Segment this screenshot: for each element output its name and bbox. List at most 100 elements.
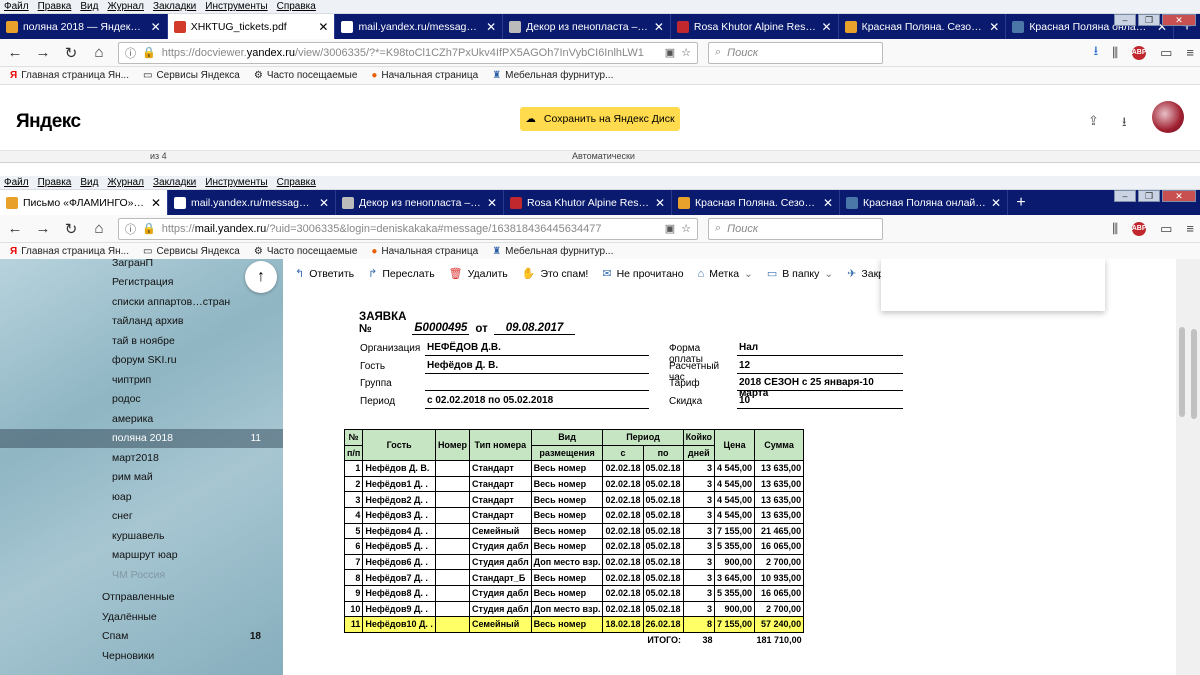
tab-5[interactable]: Красная Поляна. Сезон 2017-2 ✕ xyxy=(672,190,840,215)
library-icon[interactable]: ⫼ xyxy=(1112,221,1118,237)
yandex-logo[interactable]: Яндекс xyxy=(16,111,81,133)
back-icon[interactable]: ← xyxy=(6,220,24,237)
download-icon[interactable]: ⭳ xyxy=(1094,42,1099,64)
close-tab-icon[interactable]: ✕ xyxy=(655,196,665,210)
menu-tools[interactable]: Инструменты xyxy=(205,177,267,188)
tab-2[interactable]: ХНКТUG_tickets.pdf ✕ xyxy=(167,14,336,39)
close-tab-icon[interactable]: ✕ xyxy=(486,20,496,34)
delete-button[interactable]: 🗑 Удалить xyxy=(449,267,508,281)
folder-item[interactable]: Черновики xyxy=(0,646,283,665)
folder-item[interactable]: ЧМ Россия xyxy=(0,565,283,584)
url-bar-2[interactable]: ⓘ 🔒 https://mail.yandex.ru/?uid=3006335&… xyxy=(118,217,698,240)
folder-item[interactable]: юар xyxy=(0,487,283,506)
adblock-icon[interactable]: ABP xyxy=(1132,45,1147,60)
sidebar-icon[interactable]: ▭ xyxy=(1160,221,1172,237)
tab-6[interactable]: Красная Поляна. Сезон 2017-2 ✕ xyxy=(839,14,1007,39)
close-tab-icon[interactable]: ✕ xyxy=(654,20,664,34)
star-icon[interactable]: ☆ xyxy=(681,222,691,235)
bookmark-start-page[interactable]: ● Начальная страница xyxy=(371,246,478,257)
folder-item[interactable]: форум SKI.ru xyxy=(0,351,283,370)
adblock-icon[interactable]: ABP xyxy=(1132,221,1147,236)
folder-item[interactable]: поляна 2018 11 xyxy=(0,428,283,448)
home-icon[interactable]: ⌂ xyxy=(90,220,108,237)
home-icon[interactable]: ⌂ xyxy=(90,44,108,61)
folder-item[interactable]: Спам 18 xyxy=(0,627,283,646)
tab-4[interactable]: Декор из пенопласта – Наши ✕ xyxy=(503,14,671,39)
url-bar[interactable]: ⓘ 🔒 https://docviewer.yandex.ru/view/300… xyxy=(118,41,698,64)
menu-help[interactable]: Справка xyxy=(277,177,316,188)
menu-bookmarks[interactable]: Закладки xyxy=(153,1,196,12)
outer-scrollbar[interactable] xyxy=(1188,259,1200,675)
close-window-button[interactable]: ✕ xyxy=(1162,190,1196,202)
bookmark-furniture[interactable]: ♜ Мебельная фурнитур... xyxy=(492,246,613,257)
avatar[interactable] xyxy=(1152,101,1184,133)
label-button[interactable]: ⌂ Метка ⌄ xyxy=(698,268,753,280)
reload-icon[interactable]: ↻ xyxy=(62,220,80,238)
menu-edit[interactable]: Правка xyxy=(38,1,72,12)
menu-bookmarks[interactable]: Закладки xyxy=(153,177,196,188)
folder-item[interactable]: куршавель xyxy=(0,526,283,545)
menu-icon[interactable]: ≡ xyxy=(1186,221,1194,236)
pocket-icon[interactable]: ▣ xyxy=(665,46,675,59)
menu-edit[interactable]: Правка xyxy=(38,177,72,188)
bookmark-most-visited[interactable]: ⚙ Часто посещаемые xyxy=(254,246,358,257)
scrollbar[interactable] xyxy=(1176,259,1188,675)
close-tab-icon[interactable]: ✕ xyxy=(822,20,832,34)
folder-item[interactable]: маршрут юар xyxy=(0,546,283,565)
folder-item[interactable]: америка xyxy=(0,409,283,428)
info-icon[interactable]: ⓘ xyxy=(125,45,136,61)
maximize-button[interactable]: ❐ xyxy=(1138,14,1160,26)
close-tab-icon[interactable]: ✕ xyxy=(823,196,833,210)
close-tab-icon[interactable]: ✕ xyxy=(989,20,999,34)
tab-1[interactable]: поляна 2018 — Яндекс.Почта ✕ xyxy=(0,14,168,39)
tab-1[interactable]: Письмо «ФЛАМИНГО» — ОТЕ ✕ xyxy=(0,190,168,215)
bookmark-start-page[interactable]: ● Начальная страница xyxy=(371,70,478,81)
forward-icon[interactable]: → xyxy=(34,44,52,61)
forward-button[interactable]: ↱ Переслать xyxy=(368,267,435,281)
folder-item[interactable]: снег xyxy=(0,507,283,526)
download-doc-icon[interactable]: ⭳ xyxy=(1122,113,1127,135)
tab-3[interactable]: Декор из пенопласта – Наши ✕ xyxy=(336,190,504,215)
new-tab-button[interactable]: + xyxy=(1008,190,1034,215)
folder-item[interactable]: тайланд архив xyxy=(0,312,283,331)
reload-icon[interactable]: ↻ xyxy=(62,44,80,62)
close-window-button[interactable]: ✕ xyxy=(1162,14,1196,26)
folder-item[interactable]: родос xyxy=(0,390,283,409)
search-input[interactable]: ⌕ Поиск xyxy=(708,41,883,64)
folder-item[interactable]: Удалённые xyxy=(0,607,283,626)
mark-unread-button[interactable]: ✉ Не прочитано xyxy=(602,267,683,281)
tab-4[interactable]: Rosa Khutor Alpine Resort 9 Da ✕ xyxy=(504,190,672,215)
bookmark-yandex-services[interactable]: ▭ Сервисы Яндекса xyxy=(143,70,240,81)
bookmark-furniture[interactable]: ♜ Мебельная фурнитур... xyxy=(492,70,613,81)
library-icon[interactable]: ⫼ xyxy=(1112,45,1118,61)
close-tab-icon[interactable]: ✕ xyxy=(487,196,497,210)
outer-scrollbar-thumb[interactable] xyxy=(1191,329,1197,419)
folder-item[interactable]: Регистрация xyxy=(0,273,283,292)
close-tab-icon[interactable]: ✕ xyxy=(991,196,1001,210)
folder-item[interactable]: рим май xyxy=(0,468,283,487)
folder-item[interactable]: март2018 xyxy=(0,448,283,467)
menu-history[interactable]: Журнал xyxy=(107,177,144,188)
pocket-icon[interactable]: ▣ xyxy=(665,222,675,235)
tab-2[interactable]: mail.yandex.ru/message_part/2.jpeg ✕ xyxy=(168,190,336,215)
folder-item[interactable]: Отправленные xyxy=(0,588,283,607)
menu-file[interactable]: Файл xyxy=(4,177,29,188)
tab-6[interactable]: Красная Поляна онлайн / Fun ✕ xyxy=(840,190,1008,215)
close-tab-icon[interactable]: ✕ xyxy=(319,196,329,210)
back-icon[interactable]: ← xyxy=(6,44,24,61)
bookmark-yandex-services[interactable]: ▭ Сервисы Яндекса xyxy=(143,246,240,257)
menu-history[interactable]: Журнал xyxy=(107,1,144,12)
tab-5[interactable]: Rosa Khutor Alpine Resort 9 Da ✕ xyxy=(671,14,839,39)
menu-view[interactable]: Вид xyxy=(80,177,98,188)
save-to-disk-button[interactable]: ☁ Сохранить на Яндекс Диск xyxy=(520,107,680,131)
star-icon[interactable]: ☆ xyxy=(681,46,691,59)
close-tab-icon[interactable]: ✕ xyxy=(318,20,328,34)
info-icon[interactable]: ⓘ xyxy=(125,221,136,237)
folder-item[interactable]: тай в ноябре xyxy=(0,331,283,350)
minimize-button[interactable]: – xyxy=(1114,190,1136,202)
menu-tools[interactable]: Инструменты xyxy=(205,1,267,12)
folder-item[interactable]: чиптрип xyxy=(0,370,283,389)
menu-view[interactable]: Вид xyxy=(80,1,98,12)
minimize-button[interactable]: – xyxy=(1114,14,1136,26)
scrollbar-thumb[interactable] xyxy=(1179,327,1185,417)
